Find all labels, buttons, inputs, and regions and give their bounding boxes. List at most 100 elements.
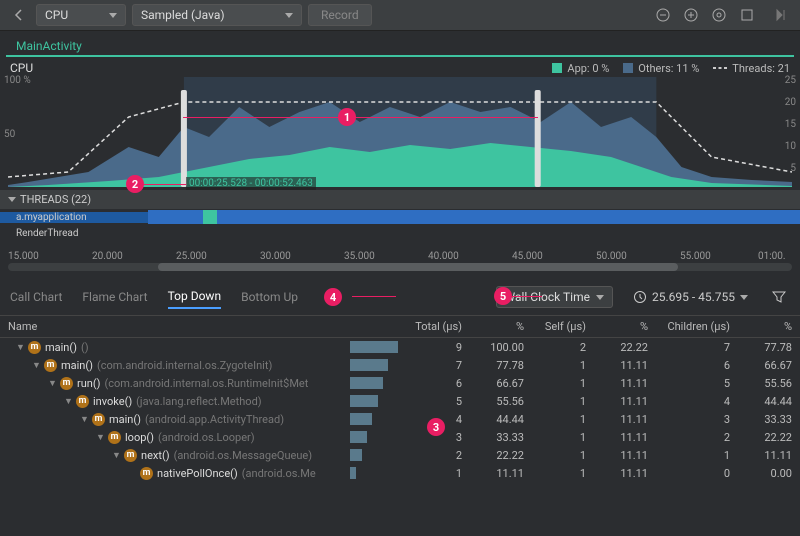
chevron-down-icon: [8, 197, 16, 202]
marker-2-line: [138, 184, 186, 185]
reset-zoom-button[interactable]: [708, 4, 730, 26]
method-name: main(): [109, 413, 141, 426]
table-row[interactable]: ▼mnext() (android.os.MessageQueue)222.22…: [0, 446, 800, 464]
timeline-scrollbar[interactable]: [8, 263, 792, 271]
total-bar: [350, 395, 378, 407]
method-icon: m: [124, 449, 137, 462]
package-name: (java.lang.reflect.Method): [136, 395, 261, 408]
time-ruler: 15.00020.000 25.00030.000 35.00040.000 4…: [0, 247, 800, 263]
expander-icon[interactable]: ▼: [48, 378, 56, 389]
zoom-in-button[interactable]: [680, 4, 702, 26]
zoom-out-button[interactable]: [652, 4, 674, 26]
total-bar: [350, 341, 398, 353]
go-live-button[interactable]: [770, 4, 792, 26]
y-right-20: 20: [785, 97, 796, 108]
marker-1-line: [183, 117, 538, 118]
cpu-title: CPU: [10, 61, 33, 75]
scroll-thumb[interactable]: [158, 263, 678, 271]
back-button[interactable]: [8, 4, 30, 26]
table-row[interactable]: ▼mmain() (com.android.internal.os.Zygote…: [0, 356, 800, 374]
chevron-down-icon: [740, 295, 748, 300]
expander-icon[interactable]: ▼: [112, 450, 120, 461]
table-header: Name Total (μs) % Self (μs) % Children (…: [0, 316, 800, 338]
legend-app: App: 0 %: [552, 62, 609, 75]
cpu-chart[interactable]: 100 % 50 25 20 15 10 5 1 2 00:00:25.528 …: [8, 77, 792, 187]
legend-threads: Threads: 21: [713, 62, 790, 75]
method-name: invoke(): [93, 395, 132, 408]
marker-4: 4: [324, 288, 342, 306]
total-bar: [350, 359, 388, 371]
package-name: (com.android.internal.os.RuntimeInit$Met: [104, 377, 308, 390]
clock-icon: [633, 290, 647, 304]
table-row[interactable]: ▼minvoke() (java.lang.reflect.Method)555…: [0, 392, 800, 410]
expander-icon[interactable]: ▼: [96, 432, 104, 443]
method-icon: m: [108, 431, 121, 444]
expander-icon[interactable]: ▼: [32, 360, 40, 371]
selection-time: 00:00:25.528 - 00:00:52.463: [186, 177, 316, 190]
package-name: (com.android.internal.os.ZygoteInit): [97, 359, 272, 372]
clock-label: Wall Clock Time: [505, 290, 590, 304]
tab-top-down[interactable]: Top Down: [168, 285, 222, 309]
y-right-15: 15: [785, 119, 796, 130]
tab-flame-chart[interactable]: Flame Chart: [82, 286, 147, 308]
package-name: (): [81, 341, 89, 354]
method-icon: m: [28, 341, 41, 354]
thread-name: a.myapplication: [0, 212, 148, 223]
method-name: next(): [141, 449, 170, 462]
record-button[interactable]: Record: [308, 4, 372, 26]
range-text: 25.695 - 45.755: [652, 290, 735, 304]
y-right-10: 10: [785, 141, 796, 152]
package-name: (android.os.Looper): [158, 431, 255, 444]
analysis-tabs: Call Chart Flame Chart Top Down Bottom U…: [0, 279, 800, 316]
profiler-dropdown[interactable]: CPU: [36, 4, 126, 26]
col-self[interactable]: Self (μs): [524, 320, 586, 333]
method-icon: m: [44, 359, 57, 372]
method-icon: m: [76, 395, 89, 408]
col-children[interactable]: Children (μs): [648, 320, 730, 333]
method-name: run(): [77, 377, 100, 390]
method-icon: m: [92, 413, 105, 426]
marker-2: 2: [126, 175, 144, 193]
marker-1: 1: [338, 108, 356, 126]
thread-bar: [148, 210, 800, 224]
expander-icon[interactable]: ▼: [16, 342, 24, 353]
package-name: (android.os.Me: [242, 467, 316, 480]
call-tree: ▼mmain() ()9100.00222.22777.78▼mmain() (…: [0, 338, 800, 482]
expander-icon[interactable]: ▼: [80, 414, 88, 425]
total-bar: [350, 449, 362, 461]
filter-button[interactable]: [768, 286, 790, 308]
y-left-100: 100 %: [4, 75, 31, 86]
total-bar: [350, 431, 367, 443]
thread-row[interactable]: a.myapplication: [0, 209, 800, 225]
mode-dropdown[interactable]: Sampled (Java): [132, 4, 302, 26]
chevron-down-icon: [596, 295, 604, 300]
table-row[interactable]: ▼mloop() (android.os.Looper)333.33111.11…: [0, 428, 800, 446]
thread-row[interactable]: RenderThread: [0, 225, 800, 241]
col-pct3[interactable]: %: [730, 320, 792, 333]
table-row[interactable]: mnativePollOnce() (android.os.Me111.1111…: [0, 464, 800, 482]
col-pct1[interactable]: %: [462, 320, 524, 333]
table-row[interactable]: ▼mmain() (android.app.ActivityThread)444…: [0, 410, 800, 428]
cpu-legend: App: 0 % Others: 11 % Threads: 21: [552, 62, 790, 75]
marker-4-line: [352, 296, 396, 297]
col-total[interactable]: Total (μs): [400, 320, 462, 333]
marker-5: 5: [494, 287, 512, 305]
y-left-50: 50: [4, 129, 15, 140]
table-row[interactable]: ▼mrun() (com.android.internal.os.Runtime…: [0, 374, 800, 392]
expander-icon[interactable]: ▼: [64, 396, 72, 407]
col-pct2[interactable]: %: [586, 320, 648, 333]
col-name[interactable]: Name: [8, 320, 350, 333]
activity-label: MainActivity: [6, 31, 794, 57]
legend-others: Others: 11 %: [623, 62, 699, 75]
tab-bottom-up[interactable]: Bottom Up: [241, 286, 298, 308]
threads-header[interactable]: THREADS (22): [0, 190, 800, 209]
total-bar: [350, 467, 356, 479]
table-row[interactable]: ▼mmain() ()9100.00222.22777.78: [0, 338, 800, 356]
total-bar: [350, 413, 372, 425]
thread-name: RenderThread: [0, 228, 148, 239]
clock-dropdown[interactable]: Wall Clock Time: [496, 286, 613, 308]
tab-call-chart[interactable]: Call Chart: [10, 286, 62, 308]
zoom-selection-button[interactable]: [736, 4, 758, 26]
range-display: 25.695 - 45.755: [633, 290, 748, 304]
mode-label: Sampled (Java): [141, 8, 225, 22]
